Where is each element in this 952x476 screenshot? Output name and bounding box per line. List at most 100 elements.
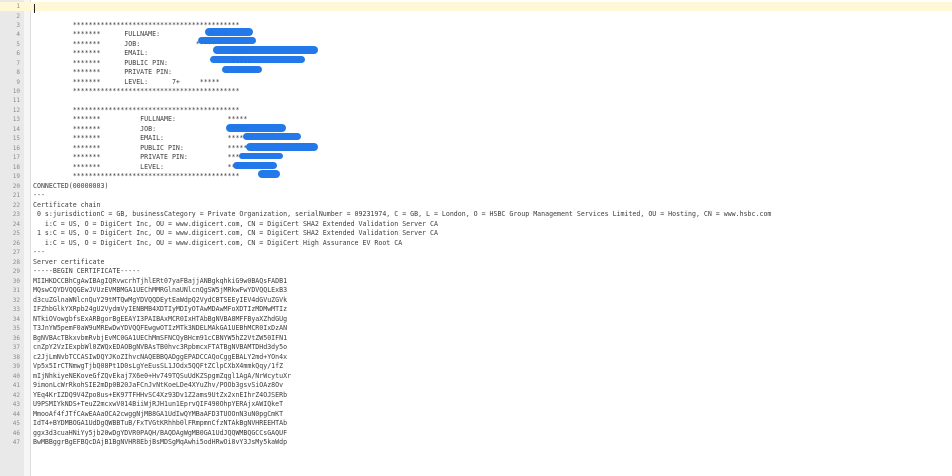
line-text: i:C = US, O = DigiCert Inc, OU = www.dig…	[33, 238, 403, 247]
line-text: i:C = US, O = DigiCert Inc, OU = www.dig…	[33, 219, 438, 228]
line-text: mIjNhkiyeNEKoveGfZQvEkaj7X6e0+Hv749TQSuU…	[33, 371, 292, 380]
line-number: 2	[16, 12, 20, 20]
editor-line[interactable]: 18 ******* LEVEL: *****	[0, 163, 952, 172]
line-number: 44	[12, 410, 20, 418]
editor-line[interactable]: 9 ******* LEVEL: 7+ *****	[0, 78, 952, 87]
editor-line[interactable]: 2	[0, 12, 952, 21]
line-number: 33	[12, 306, 20, 313]
line-text: ****************************************…	[33, 172, 240, 180]
editor-line[interactable]: 33 IFZhbGlkYXRpb24gU2VydmVyIENBMB4XDTIyMD…	[0, 305, 952, 314]
editor-line[interactable]: 34 NTkiOVowgbfsExARBgorBgEEAYI3PAIBAxMCR0…	[0, 315, 952, 324]
line-number: 31	[12, 287, 20, 294]
editor-line[interactable]: 7 ******* PUBLIC PIN: *****	[0, 59, 952, 68]
line-number: 5	[16, 40, 20, 48]
line-text: -----BEGIN CERTIFICATE-----	[33, 267, 141, 275]
editor-line[interactable]: 20 CONNECTED(00000003)	[0, 182, 952, 191]
editor-line[interactable]: 17 ******* PRIVATE PIN: *****	[0, 153, 952, 162]
editor-line[interactable]: 43 U9PSMIYkNDS+TeuZ2mcxwV014BiiWjRJH1un1E…	[0, 400, 952, 409]
line-text: ******* PRIVATE PIN: *****	[33, 153, 248, 161]
line-number: 36	[12, 334, 20, 342]
editor-line[interactable]: 5 ******* JOB: *****	[0, 40, 952, 49]
line-number: 27	[12, 249, 20, 256]
line-number: 8	[16, 69, 20, 76]
editor-line[interactable]: 15 ******* EMAIL: *****	[0, 134, 952, 143]
text-caret	[34, 4, 35, 13]
line-number: 26	[12, 239, 20, 247]
editor-line[interactable]: 21 ---	[0, 191, 952, 200]
editor-line[interactable]: 1	[0, 2, 952, 12]
line-text: T3JnYW5pemF0aW9uMREwDwYDVQQFEwgwOTIzMTk3…	[33, 324, 288, 332]
editor-line[interactable]: 45 IdT4+BYDMBOGA1UdDgQWBBTuB/FxTVGtKRhhb0…	[0, 419, 952, 428]
editor-line[interactable]: 38 c2JjLmNvbTCCASIwDQYJKoZIhvcNAQEBBQADgg…	[0, 353, 952, 362]
line-number: 20	[12, 182, 20, 190]
editor-line[interactable]: 12 *************************************…	[0, 106, 952, 115]
line-number: 40	[12, 372, 20, 380]
editor-line[interactable]: 40 mIjNhkiyeNEKoveGfZQvEkaj7X6e0+Hv749TQS…	[0, 372, 952, 381]
editor-line[interactable]: 29 -----BEGIN CERTIFICATE-----	[0, 267, 952, 276]
editor-line[interactable]: 19 *************************************…	[0, 172, 952, 181]
editor-line[interactable]: 24 i:C = US, O = DigiCert Inc, OU = www.…	[0, 220, 952, 229]
text-editor[interactable]: 123 ************************************…	[0, 0, 952, 476]
editor-line[interactable]: 30 MIIHKDCCBhCgAwIBAgIQRvwcrhTjhlERt07yaF…	[0, 277, 952, 286]
line-text: 0 s:jurisdictionC = GB, businessCategory…	[33, 210, 772, 218]
line-text: cnZpY2VzIExpbWl0ZWQxEDAOBgNVBAsTB0hvc3Rp…	[33, 343, 288, 351]
editor-line[interactable]: 26 i:C = US, O = DigiCert Inc, OU = www.…	[0, 239, 952, 248]
redaction-mark	[210, 56, 305, 63]
line-number: 45	[12, 420, 20, 427]
line-text: MIIHKDCCBhCgAwIBAgIQRvwcrhTjhlERt07yaFBa…	[33, 276, 288, 285]
editor-line[interactable]: 31 MQswCQYDVQQGEwJVUzEVMBMGA1UEChMMRGlnaU…	[0, 286, 952, 295]
editor-line[interactable]: 10 *************************************…	[0, 87, 952, 96]
line-text: ******* LEVEL: 7+ *****	[33, 77, 220, 86]
editor-line[interactable]: 27 ---	[0, 248, 952, 257]
editor-line[interactable]: 37 cnZpY2VzIExpbWl0ZWQxEDAOBgNVBAsTB0hvc3…	[0, 343, 952, 352]
line-number: 30	[12, 277, 20, 285]
editor-line[interactable]: 46 ggx3d3cuaHNiYy5jb20wDgYDVR0PAQH/BAQDAg…	[0, 429, 952, 438]
editor-line[interactable]: 6 ******* EMAIL: ****	[0, 49, 952, 58]
editor-line[interactable]: 22 Certificate chain	[0, 201, 952, 210]
editor-line[interactable]: 36 BgNVBAcTBkxvbmRvbjEvMC0GA1UEChMmSFNCQy…	[0, 334, 952, 343]
editor-line[interactable]: 47 BwMBBggrBgEFBQcDAjB1BgNVHR8EbjBsMDSgMq…	[0, 438, 952, 447]
editor-line[interactable]: 25 1 s:C = US, O = DigiCert Inc, OU = ww…	[0, 229, 952, 238]
line-text: ---	[33, 191, 45, 199]
line-text: ******* FULLNAME: *****	[33, 115, 248, 123]
line-number: 47	[12, 439, 20, 446]
line-text: Server certificate	[33, 257, 105, 266]
editor-line[interactable]: 23 0 s:jurisdictionC = GB, businessCateg…	[0, 210, 952, 219]
line-number: 25	[12, 230, 20, 237]
editor-line[interactable]: 11	[0, 96, 952, 105]
line-number: 10	[12, 88, 20, 95]
editor-line[interactable]: 44 MmooAf4fJTfCAwEAAaOCA2cwggNjMB8GA1UdIw…	[0, 410, 952, 419]
line-text: ******* JOB: *****	[33, 39, 216, 48]
redaction-mark	[233, 162, 277, 169]
editor-line[interactable]: 16 ******* PUBLIC PIN: *****	[0, 144, 952, 153]
line-text: MQswCQYDVQQGEwJVUzEVMBMGA1UEChMMRGlnaUNl…	[33, 286, 288, 294]
redaction-mark	[213, 46, 318, 54]
line-number: 18	[12, 163, 20, 171]
line-text: ******* JOB: *****	[33, 124, 248, 133]
line-text: ---	[33, 248, 45, 256]
line-text: IFZhbGlkYXRpb24gU2VydmVyIENBMB4XDTIyMDIy…	[33, 305, 288, 313]
line-number: 34	[12, 315, 20, 323]
editor-line[interactable]: 39 Vp5x5IrCTNmwgTjbQ08Pt1D0sLgYeEusSL1JOd…	[0, 362, 952, 371]
redaction-mark	[243, 133, 301, 140]
line-number: 37	[12, 344, 20, 351]
editor-line[interactable]: 32 d3cuZGlnaWNlcnQuY29tMTQwMgYDVQQDEytEaW…	[0, 296, 952, 305]
editor-line[interactable]: 4 ******* FULLNAME: *****	[0, 30, 952, 39]
editor-line[interactable]: 13 ******* FULLNAME: *****	[0, 115, 952, 124]
line-text: Vp5x5IrCTNmwgTjbQ08Pt1D0sLgYeEusSL1JOdx5…	[33, 362, 284, 370]
line-number: 6	[16, 50, 20, 57]
editor-line[interactable]: 42 YEq4KrIZDQ9V4Zpo8us+EK97TFHHvSC4Xz93Dv…	[0, 391, 952, 400]
line-number: 3	[16, 21, 20, 29]
line-text: ******* PUBLIC PIN: *****	[33, 143, 248, 152]
line-number: 38	[12, 353, 20, 361]
editor-line[interactable]: 28 Server certificate	[0, 258, 952, 267]
editor-line[interactable]: 35 T3JnYW5pemF0aW9uMREwDwYDVQQFEwgwOTIzMT…	[0, 324, 952, 333]
line-number: 16	[12, 144, 20, 152]
line-text: ******* LEVEL: *****	[33, 162, 248, 171]
line-number: 12	[12, 106, 20, 114]
line-text: NTkiOVowgbfsExARBgorBgEEAYI3PAIBAxMCR0Ix…	[33, 314, 288, 323]
editor-line[interactable]: 41 9imonLcWrRkohSIE2mDp0B20JaFCnJvNtKoeLD…	[0, 381, 952, 390]
editor-line[interactable]: 3 **************************************…	[0, 21, 952, 30]
editor-line[interactable]: 14 ******* JOB: *****	[0, 125, 952, 134]
editor-line[interactable]: 8 ******* PRIVATE PIN: *****	[0, 68, 952, 77]
